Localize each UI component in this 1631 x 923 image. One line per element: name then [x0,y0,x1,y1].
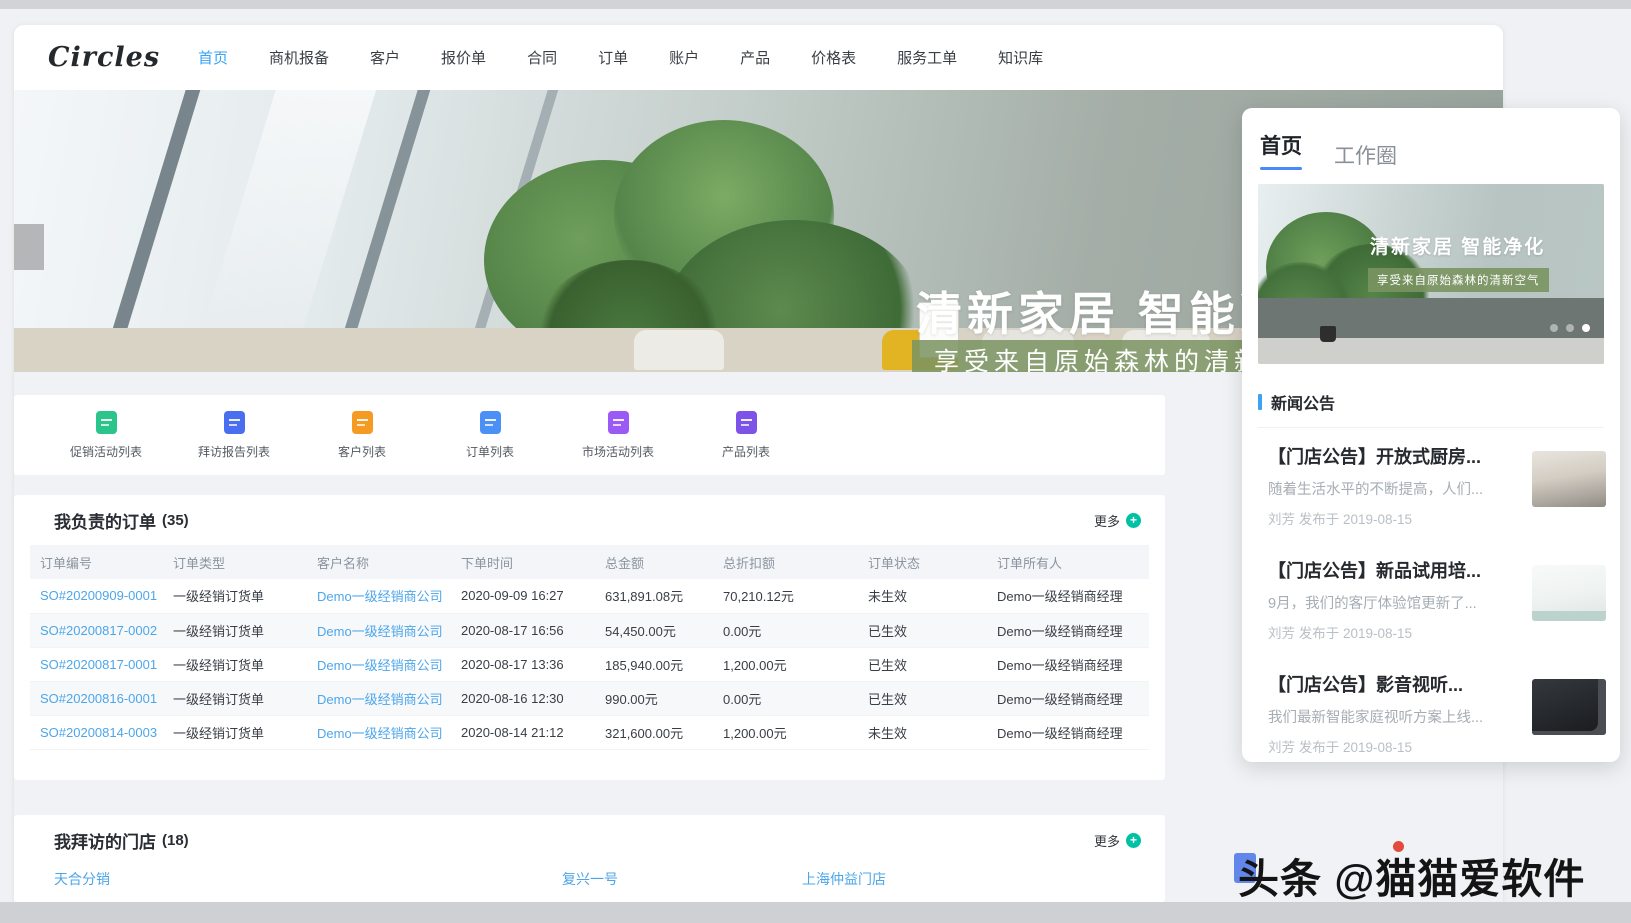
nav-item-contracts[interactable]: 合同 [527,47,557,68]
visited-stores-card: 我拜访的门店 (18) 更多 + 天合分销 复兴一号 上海仲益门店 [14,815,1165,902]
orders-table-header: 订单编号 订单类型 客户名称 下单时间 总金额 总折扣额 订单状态 订单所有人 [30,545,1149,579]
window-top-frame [0,0,1631,9]
store-links-row: 天合分销 复兴一号 上海仲益门店 [14,865,1165,895]
quick-action-market-activity-list[interactable]: 市场活动列表 [554,411,682,460]
panel-banner-title: 清新家居 智能净化 [1370,232,1545,259]
status-badge: 已生效 [858,681,987,715]
order-id-link[interactable]: SO#20200814-0003 [30,715,163,749]
nav-item-quotes[interactable]: 报价单 [441,47,486,68]
status-badge: 未生效 [858,715,987,749]
customer-link[interactable]: Demo一级经销商公司 [307,613,451,647]
my-orders-count: (35) [162,512,189,529]
customer-link[interactable]: Demo一级经销商公司 [307,681,451,715]
nav-item-products[interactable]: 产品 [740,47,770,68]
toutiao-watermark: 头条 @猫猫爱软件 [1238,845,1585,905]
promotion-list-icon [96,411,117,434]
active-tab-underline [1260,167,1302,170]
panel-banner-subtitle: 享受来自原始森林的清新空气 [1368,268,1549,292]
nav-item-home[interactable]: 首页 [198,47,228,68]
my-orders-header: 我负责的订单 (35) 更多 + [14,495,1165,545]
table-row: SO#20200909-0001 一级经销订货单 Demo一级经销商公司 202… [30,579,1149,613]
order-id-link[interactable]: SO#20200816-0001 [30,681,163,715]
status-badge: 已生效 [858,647,987,681]
plant-pot-decoration [1320,326,1336,342]
watermark-red-dot-icon [1393,841,1404,852]
table-row: SO#20200816-0001 一级经销订货单 Demo一级经销商公司 202… [30,681,1149,715]
my-orders-more-button[interactable]: 更多 + [1094,511,1141,530]
circles-logo[interactable]: Circles [48,42,198,73]
banner-prev-control[interactable] [14,224,44,270]
visited-stores-header: 我拜访的门店 (18) 更多 + [14,815,1165,865]
window-bottom-frame [0,902,1631,923]
carousel-dot[interactable] [1550,324,1558,332]
news-thumbnail [1532,451,1606,507]
nav-item-customers[interactable]: 客户 [370,47,400,68]
carousel-dot[interactable] [1566,324,1574,332]
order-id-link[interactable]: SO#20200817-0001 [30,647,163,681]
desk-decoration [1258,338,1604,364]
quick-actions-card: 促销活动列表 拜访报告列表 客户列表 订单列表 市场活动列表 产品列表 [14,395,1165,475]
quick-action-promotion-list[interactable]: 促销活动列表 [42,411,170,460]
nav-item-opportunity[interactable]: 商机报备 [269,47,329,68]
visit-report-list-icon [224,411,245,434]
visited-stores-more-button[interactable]: 更多 + [1094,831,1141,850]
nav-item-knowledge[interactable]: 知识库 [998,47,1043,68]
store-link[interactable]: 上海仲益门店 [802,869,886,889]
news-item[interactable]: 【门店公告】影音视听... 我们最新智能家庭视听方案上线... 刘芳 发布于 2… [1258,671,1604,762]
customer-link[interactable]: Demo一级经销商公司 [307,579,451,613]
news-item[interactable]: 【门店公告】新品试用培... 9月，我们的客厅体验馆更新了... 刘芳 发布于 … [1258,557,1604,656]
nav-item-orders[interactable]: 订单 [598,47,628,68]
order-list-icon [480,411,501,434]
nav-item-pricelist[interactable]: 价格表 [811,47,856,68]
panel-tab-workcircle[interactable]: 工作圈 [1334,140,1397,170]
table-row: SO#20200814-0003 一级经销订货单 Demo一级经销商公司 202… [30,715,1149,749]
top-nav: Circles 首页 商机报备 客户 报价单 合同 订单 账户 产品 价格表 服… [14,25,1503,90]
nav-item-accounts[interactable]: 账户 [669,47,699,68]
panel-tab-home[interactable]: 首页 [1260,130,1302,170]
status-badge: 已生效 [858,613,987,647]
customer-list-icon [352,411,373,434]
visited-stores-title: 我拜访的门店 [54,828,156,853]
more-plus-icon: + [1126,833,1141,848]
table-row: SO#20200817-0002 一级经销订货单 Demo一级经销商公司 202… [30,613,1149,647]
chair-decoration [634,330,724,370]
wall-decoration [1258,298,1604,338]
more-plus-icon: + [1126,513,1141,528]
order-id-link[interactable]: SO#20200909-0001 [30,579,163,613]
quick-action-customer-list[interactable]: 客户列表 [298,411,426,460]
quick-action-visit-report-list[interactable]: 拜访报告列表 [170,411,298,460]
carousel-dot-active[interactable] [1582,324,1590,332]
orders-table: 订单编号 订单类型 客户名称 下单时间 总金额 总折扣额 订单状态 订单所有人 … [30,545,1149,750]
status-badge: 未生效 [858,579,987,613]
table-row: SO#20200817-0001 一级经销订货单 Demo一级经销商公司 202… [30,647,1149,681]
product-list-icon [736,411,757,434]
my-orders-title: 我负责的订单 [54,508,156,533]
quick-action-product-list[interactable]: 产品列表 [682,411,810,460]
carousel-dots [1542,324,1590,332]
news-thumbnail [1532,565,1606,621]
customer-link[interactable]: Demo一级经销商公司 [307,715,451,749]
nav-item-service-orders[interactable]: 服务工单 [897,47,957,68]
news-section-header: 新闻公告 [1258,390,1604,428]
visited-stores-count: (18) [162,832,189,849]
quick-action-order-list[interactable]: 订单列表 [426,411,554,460]
order-id-link[interactable]: SO#20200817-0002 [30,613,163,647]
news-thumbnail [1532,679,1606,735]
nav-menu: 首页 商机报备 客户 报价单 合同 订单 账户 产品 价格表 服务工单 知识库 [198,47,1084,68]
my-orders-card: 我负责的订单 (35) 更多 + 订单编号 订单类型 客户名称 下单时间 总金额… [14,495,1165,780]
store-link[interactable]: 复兴一号 [562,869,618,889]
panel-tabs: 首页 工作圈 [1242,108,1620,170]
right-panel: 首页 工作圈 清新家居 智能净化 享受来自原始森林的清新空气 新闻公告 【门店公… [1242,108,1620,762]
section-accent-bar [1258,394,1262,410]
news-item[interactable]: 【门店公告】开放式厨房... 随着生活水平的不断提高，人们... 刘芳 发布于 … [1258,443,1604,542]
store-link[interactable]: 天合分销 [54,869,110,889]
market-activity-list-icon [608,411,629,434]
customer-link[interactable]: Demo一级经销商公司 [307,647,451,681]
panel-carousel-banner[interactable]: 清新家居 智能净化 享受来自原始森林的清新空气 [1258,184,1604,364]
